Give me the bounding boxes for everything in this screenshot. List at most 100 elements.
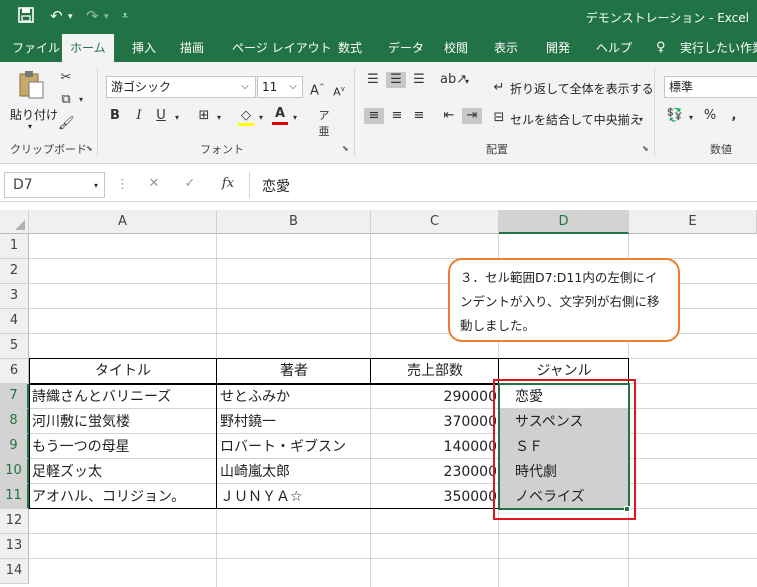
tab-page-layout[interactable]: ページ レイアウト — [232, 34, 332, 62]
number-format-box[interactable]: 標準 — [664, 76, 757, 98]
alignment-launcher-icon[interactable]: ⬊ — [642, 144, 649, 153]
column-header-c[interactable]: C — [371, 210, 499, 234]
row-header[interactable]: 2 — [0, 259, 29, 284]
font-color-dropdown-icon[interactable]: ▾ — [290, 110, 300, 126]
tab-formulas[interactable]: 数式 — [338, 34, 362, 62]
cut-icon[interactable]: ✂ — [58, 70, 74, 86]
format-painter-icon[interactable]: 🖌 — [58, 116, 75, 132]
percent-button[interactable]: % — [702, 108, 718, 124]
font-grow-icon[interactable]: A^ — [310, 79, 325, 99]
font-shrink-icon[interactable]: Av — [332, 81, 346, 101]
row-header[interactable]: 12 — [0, 509, 29, 534]
table-cell[interactable]: アオハル、コリジョン。 — [32, 485, 185, 510]
row-header[interactable]: 14 — [0, 559, 29, 584]
row-header[interactable]: 1 — [0, 234, 29, 259]
wrap-text-button[interactable]: 折り返して全体を表示する — [510, 80, 654, 97]
borders-dropdown-icon[interactable]: ▾ — [214, 110, 224, 126]
column-header-e[interactable]: E — [629, 210, 757, 234]
table-cell[interactable]: 290000 — [371, 385, 497, 410]
paste-dropdown-icon[interactable]: ▾ — [28, 122, 32, 131]
align-left-icon[interactable]: ≡ — [364, 108, 384, 124]
clipboard-launcher-icon[interactable]: ⬊ — [86, 144, 93, 153]
row-header[interactable]: 10 — [0, 459, 29, 484]
align-center-icon[interactable]: ≡ — [388, 108, 406, 124]
tab-view[interactable]: 表示 — [494, 34, 518, 62]
phonetic-icon[interactable]: ア亜 — [316, 108, 332, 140]
table-cell[interactable]: 山崎嵐太郎 — [220, 460, 290, 485]
tab-home[interactable]: ホーム — [62, 34, 114, 62]
table-header-cell[interactable]: 売上部数 — [371, 359, 499, 384]
row-header[interactable]: 4 — [0, 309, 29, 334]
tab-data[interactable]: データ — [388, 34, 424, 62]
orientation-icon[interactable]: ab↗ — [440, 72, 467, 88]
table-cell[interactable]: せとふみか — [220, 385, 290, 410]
align-middle-icon[interactable]: ☰ — [386, 72, 406, 88]
table-cell[interactable]: 河川敷に蛍気楼 — [32, 410, 130, 435]
currency-dropdown-icon[interactable]: ▾ — [686, 110, 696, 126]
tab-draw[interactable]: 描画 — [180, 34, 204, 62]
copy-icon[interactable]: ⧉ — [58, 92, 74, 108]
table-cell[interactable]: 140000 — [371, 435, 497, 460]
save-icon[interactable] — [18, 7, 34, 27]
merge-dropdown-icon[interactable]: ▾ — [636, 112, 646, 128]
underline-button[interactable]: U — [154, 108, 168, 124]
tab-review[interactable]: 校閲 — [444, 34, 468, 62]
font-name-box[interactable]: 游ゴシック — [106, 76, 256, 98]
font-name-dropdown-icon[interactable]: ⌵ — [238, 79, 252, 95]
row-header[interactable]: 13 — [0, 534, 29, 559]
enter-icon[interactable]: ✓ — [182, 176, 198, 192]
tab-insert[interactable]: 挿入 — [132, 34, 156, 62]
orientation-dropdown-icon[interactable]: ▾ — [462, 74, 472, 90]
customize-qat-icon[interactable]: ⩡ — [122, 9, 128, 23]
row-header[interactable]: 7 — [0, 384, 29, 409]
fill-color-dropdown-icon[interactable]: ▾ — [256, 110, 266, 126]
row-header[interactable]: 11 — [0, 484, 29, 509]
tab-developer[interactable]: 開発 — [546, 34, 570, 62]
column-header-b[interactable]: B — [217, 210, 371, 234]
paste-label[interactable]: 貼り付け — [10, 106, 58, 123]
table-cell[interactable]: 詩織さんとバリニーズ — [32, 385, 171, 410]
redo-dropdown-icon[interactable]: ▾ — [104, 12, 109, 22]
formula-input[interactable]: 恋愛 — [262, 176, 290, 196]
table-cell[interactable]: ＪＵＮＹＡ☆ — [220, 485, 303, 510]
tab-file[interactable]: ファイル — [12, 34, 60, 62]
row-header[interactable]: 3 — [0, 284, 29, 309]
wrap-text-icon[interactable]: ↵ — [490, 80, 508, 96]
align-top-icon[interactable]: ☰ — [364, 72, 382, 88]
column-header-d[interactable]: D — [499, 210, 629, 234]
borders-icon[interactable]: ⊞ — [196, 108, 212, 124]
row-header[interactable]: 5 — [0, 334, 29, 359]
cancel-icon[interactable]: ✕ — [146, 176, 162, 192]
row-header[interactable]: 9 — [0, 434, 29, 459]
tab-help[interactable]: ヘルプ — [596, 34, 632, 62]
table-cell[interactable]: ロバート・ギブスン — [220, 435, 346, 460]
insert-function-icon[interactable]: fx — [220, 176, 236, 192]
font-color-icon[interactable]: A — [272, 106, 288, 125]
undo-dropdown-icon[interactable]: ▾ — [68, 12, 73, 22]
align-right-icon[interactable]: ≡ — [410, 108, 428, 124]
table-header-cell[interactable]: タイトル — [29, 359, 217, 384]
align-bottom-icon[interactable]: ☰ — [410, 72, 428, 88]
name-box-dropdown-icon[interactable]: ▾ — [90, 178, 102, 194]
row-header[interactable]: 8 — [0, 409, 29, 434]
paste-icon[interactable] — [16, 70, 46, 100]
font-launcher-icon[interactable]: ⬊ — [342, 144, 349, 153]
merge-center-icon[interactable]: ⊟ — [490, 110, 508, 126]
underline-dropdown-icon[interactable]: ▾ — [172, 110, 182, 126]
table-cell[interactable]: 野村鐃一 — [220, 410, 276, 435]
table-cell[interactable]: 230000 — [371, 460, 497, 485]
table-cell[interactable]: 350000 — [371, 485, 497, 510]
row-header[interactable]: 6 — [0, 359, 29, 384]
table-cell[interactable]: もう一つの母星 — [32, 435, 130, 460]
table-cell[interactable]: 370000 — [371, 410, 497, 435]
redo-icon[interactable]: ↷ — [86, 7, 99, 25]
undo-icon[interactable]: ↶ — [50, 7, 63, 25]
copy-dropdown-icon[interactable]: ▾ — [76, 92, 86, 108]
merge-center-button[interactable]: セルを結合して中央揃え — [510, 111, 642, 128]
table-cell[interactable]: 足軽ズッ太 — [32, 460, 102, 485]
tell-me-search[interactable]: 実行したい作業 — [680, 34, 757, 62]
table-header-cell[interactable]: 著者 — [217, 359, 371, 384]
comma-button[interactable]: , — [726, 108, 742, 124]
decrease-indent-icon[interactable]: ⇤ — [440, 108, 458, 124]
column-header-a[interactable]: A — [29, 210, 217, 234]
